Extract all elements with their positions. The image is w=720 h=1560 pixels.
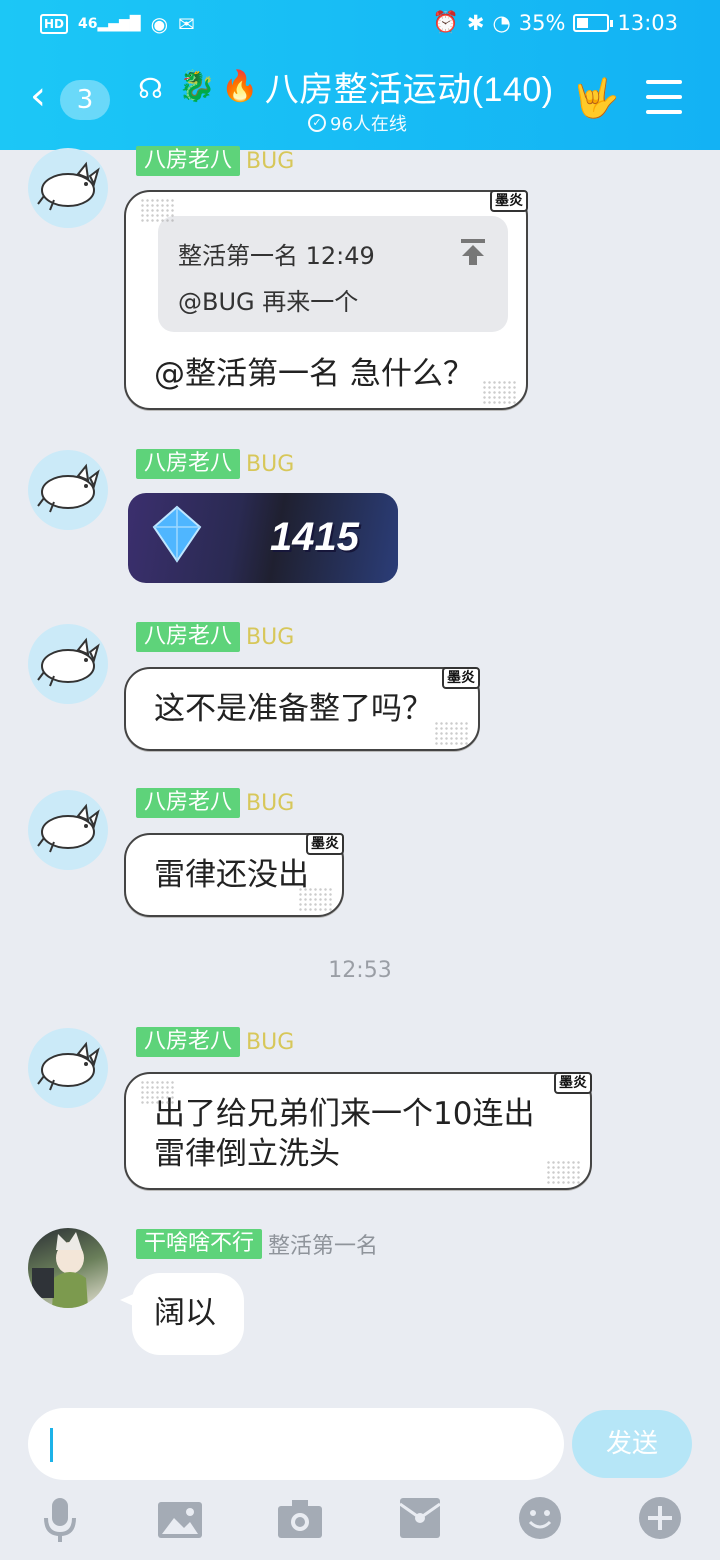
sync-icon: ◉ <box>150 12 169 36</box>
wechat-icon: ✉ <box>178 12 195 36</box>
sender-row: 八房老八 BUG <box>136 788 294 818</box>
image-message[interactable]: 1415 <box>128 493 398 583</box>
title-tag: 八房老八 <box>136 788 241 818</box>
message-text: 阔以 <box>154 1295 216 1331</box>
cat-icon <box>37 463 100 513</box>
bubble-badge: 墨炎 <box>442 667 480 689</box>
microphone-icon[interactable] <box>38 1494 82 1542</box>
bubble-decoration <box>482 380 518 404</box>
message-text: 这不是准备整了吗？ <box>154 691 433 727</box>
message-input[interactable] <box>28 1408 564 1480</box>
title-tag: 八房老八 <box>136 1027 241 1057</box>
message-bubble[interactable]: 阔以 <box>132 1273 244 1355</box>
message-text: @整活第一名 急什么？ <box>154 356 474 392</box>
cat-icon <box>37 161 100 211</box>
title-tag: 干啥啥不行 <box>136 1229 263 1259</box>
speed-icon: ◔ <box>492 10 511 35</box>
jump-to-icon[interactable] <box>460 238 486 266</box>
avatar[interactable] <box>28 450 108 530</box>
cat-icon <box>37 803 100 853</box>
title-tag: 八房老八 <box>136 449 241 479</box>
image-icon[interactable] <box>158 1494 202 1542</box>
input-toolbar <box>0 1494 720 1550</box>
cat-icon <box>37 637 100 687</box>
alarm-icon: ⏰ <box>432 10 459 34</box>
bubble-decoration <box>140 198 176 222</box>
sender-name[interactable]: BUG <box>246 625 294 650</box>
avatar[interactable] <box>28 790 108 870</box>
bubble-badge: 墨炎 <box>306 833 344 855</box>
hand-gesture-icon[interactable]: 🤟 <box>572 76 619 121</box>
online-count: 96人在线 <box>330 114 407 135</box>
cat-icon <box>37 1041 100 1091</box>
sender-name[interactable]: BUG <box>246 1030 294 1055</box>
message-bubble[interactable]: 墨炎 雷律还没出 <box>124 833 344 917</box>
sender-row: 八房老八 BUG <box>136 1027 294 1057</box>
back-icon[interactable]: ‹ <box>30 76 46 116</box>
timestamp: 12:53 <box>328 958 392 983</box>
sender-row: 八房老八 BUG <box>136 622 294 652</box>
avatar[interactable] <box>28 1228 108 1308</box>
image-number: 1415 <box>270 515 359 559</box>
bubble-decoration <box>140 1080 176 1104</box>
bubble-decoration <box>546 1160 582 1184</box>
emoji-icon[interactable] <box>518 1494 562 1542</box>
plus-icon[interactable] <box>638 1494 682 1542</box>
send-button[interactable]: 发送 <box>572 1410 692 1478</box>
message-text-line: 出了给兄弟们来一个10连出 <box>154 1096 535 1132</box>
message-text-line: 雷律倒立洗头 <box>154 1136 340 1172</box>
bubble-decoration <box>298 887 334 911</box>
dragon-icon: 🐉 <box>178 69 216 104</box>
title-tag: 八房老八 <box>136 622 241 652</box>
signal-icon: 46▂▄▆█ <box>78 16 141 32</box>
hd-indicator: HD <box>40 14 69 34</box>
sender-name[interactable]: BUG <box>246 791 294 816</box>
sender-row: 八房老八 BUG <box>136 146 294 176</box>
avatar[interactable] <box>28 148 108 228</box>
check-circle-icon: ✓ <box>308 114 326 132</box>
ear-icon[interactable]: ☊ <box>138 72 163 105</box>
message-text: 雷律还没出 <box>154 857 309 893</box>
sender-name[interactable]: BUG <box>246 452 294 477</box>
text-caret <box>50 1428 53 1462</box>
quote-header: 整活第一名 12:49 <box>178 242 375 270</box>
gem-icon <box>152 505 202 563</box>
quote-body: @BUG 再来一个 <box>178 288 359 316</box>
unread-badge[interactable]: 3 <box>60 80 110 120</box>
sender-row: 八房老八 BUG <box>136 449 294 479</box>
online-status: ✓ 96人在线 <box>308 110 407 136</box>
quoted-message[interactable]: 整活第一名 12:49 @BUG 再来一个 <box>158 216 508 332</box>
sender-name[interactable]: BUG <box>246 149 294 174</box>
sender-name[interactable]: 整活第一名 <box>268 1228 378 1260</box>
avatar[interactable] <box>28 624 108 704</box>
bubble-badge: 墨炎 <box>490 190 528 212</box>
sender-row: 干啥啥不行 整活第一名 <box>136 1228 378 1260</box>
character-avatar-icon <box>32 1232 88 1308</box>
camera-icon[interactable] <box>278 1494 322 1542</box>
battery-icon <box>573 13 614 32</box>
message-bubble[interactable]: 墨炎 这不是准备整了吗？ <box>124 667 480 751</box>
bubble-badge: 墨炎 <box>554 1072 592 1094</box>
chat-header: HD 46▂▄▆█ ◉ ✉ ⏰ ✱ ◔ 35% 13:03 ‹ 3 ☊ 🐉 🔥 … <box>0 0 720 150</box>
red-packet-icon[interactable] <box>398 1494 442 1542</box>
message-bubble[interactable]: 墨炎 出了给兄弟们来一个10连出 雷律倒立洗头 <box>124 1072 592 1190</box>
fire-icon: 🔥 <box>221 69 259 104</box>
clock: 13:03 <box>617 10 678 35</box>
avatar[interactable] <box>28 1028 108 1108</box>
group-title[interactable]: 八房整活运动(140) <box>265 62 554 111</box>
bubble-tail <box>120 1292 138 1308</box>
status-bar: HD 46▂▄▆█ ◉ ✉ ⏰ ✱ ◔ 35% 13:03 <box>0 0 720 50</box>
bubble-decoration <box>434 721 470 745</box>
message-bubble[interactable]: 墨炎 整活第一名 12:49 @BUG 再来一个 @整活第一名 急什么？ <box>124 190 528 410</box>
menu-icon[interactable] <box>646 80 682 114</box>
battery-percent: 35% <box>518 10 566 35</box>
title-tag: 八房老八 <box>136 146 241 176</box>
bluetooth-icon: ✱ <box>466 10 485 35</box>
